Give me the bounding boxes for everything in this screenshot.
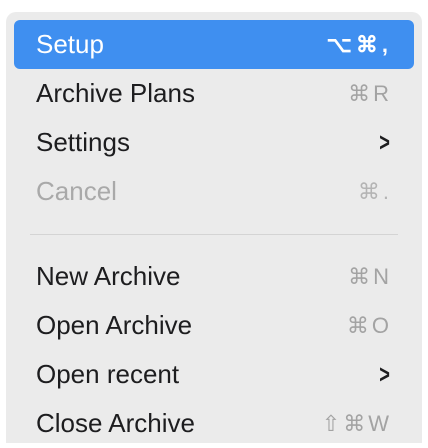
menu-item-new-archive[interactable]: New Archive ⌘N bbox=[14, 252, 414, 301]
keyboard-shortcut: ⌘R bbox=[348, 80, 392, 106]
menu-item-close-archive[interactable]: Close Archive ⇧⌘W bbox=[14, 399, 414, 448]
menu-item-open-recent[interactable]: Open recent > bbox=[14, 350, 414, 399]
menu-item-label: Open recent bbox=[36, 359, 180, 389]
keyboard-shortcut: ⌥⌘, bbox=[326, 31, 392, 57]
menu-item-label: Open Archive bbox=[36, 310, 193, 340]
menu-item-settings[interactable]: Settings > bbox=[14, 118, 414, 167]
keyboard-shortcut: ⌘O bbox=[346, 312, 392, 338]
menu-item-open-archive[interactable]: Open Archive ⌘O bbox=[14, 301, 414, 350]
keyboard-shortcut: ⌘. bbox=[357, 178, 392, 204]
menu-item-cancel: Cancel ⌘. bbox=[14, 167, 414, 216]
keyboard-shortcut: ⌘N bbox=[348, 263, 392, 289]
menu-separator bbox=[30, 234, 398, 235]
chevron-right-icon: > bbox=[379, 359, 390, 389]
menu-item-label: Setup bbox=[36, 29, 104, 59]
menu-item-label: Cancel bbox=[36, 176, 117, 206]
menu-item-label: Close Archive bbox=[36, 408, 195, 438]
menu-item-setup[interactable]: Setup ⌥⌘, bbox=[14, 20, 414, 69]
keyboard-shortcut: ⇧⌘W bbox=[321, 410, 392, 436]
menu-item-label: New Archive bbox=[36, 261, 181, 291]
menu-item-label: Settings bbox=[36, 127, 130, 157]
menu-item-archive-plans[interactable]: Archive Plans ⌘R bbox=[14, 69, 414, 118]
chevron-right-icon: > bbox=[379, 127, 390, 157]
menu-item-label: Archive Plans bbox=[36, 78, 195, 108]
context-menu: Setup ⌥⌘, Archive Plans ⌘R Settings > Ca… bbox=[6, 12, 422, 443]
